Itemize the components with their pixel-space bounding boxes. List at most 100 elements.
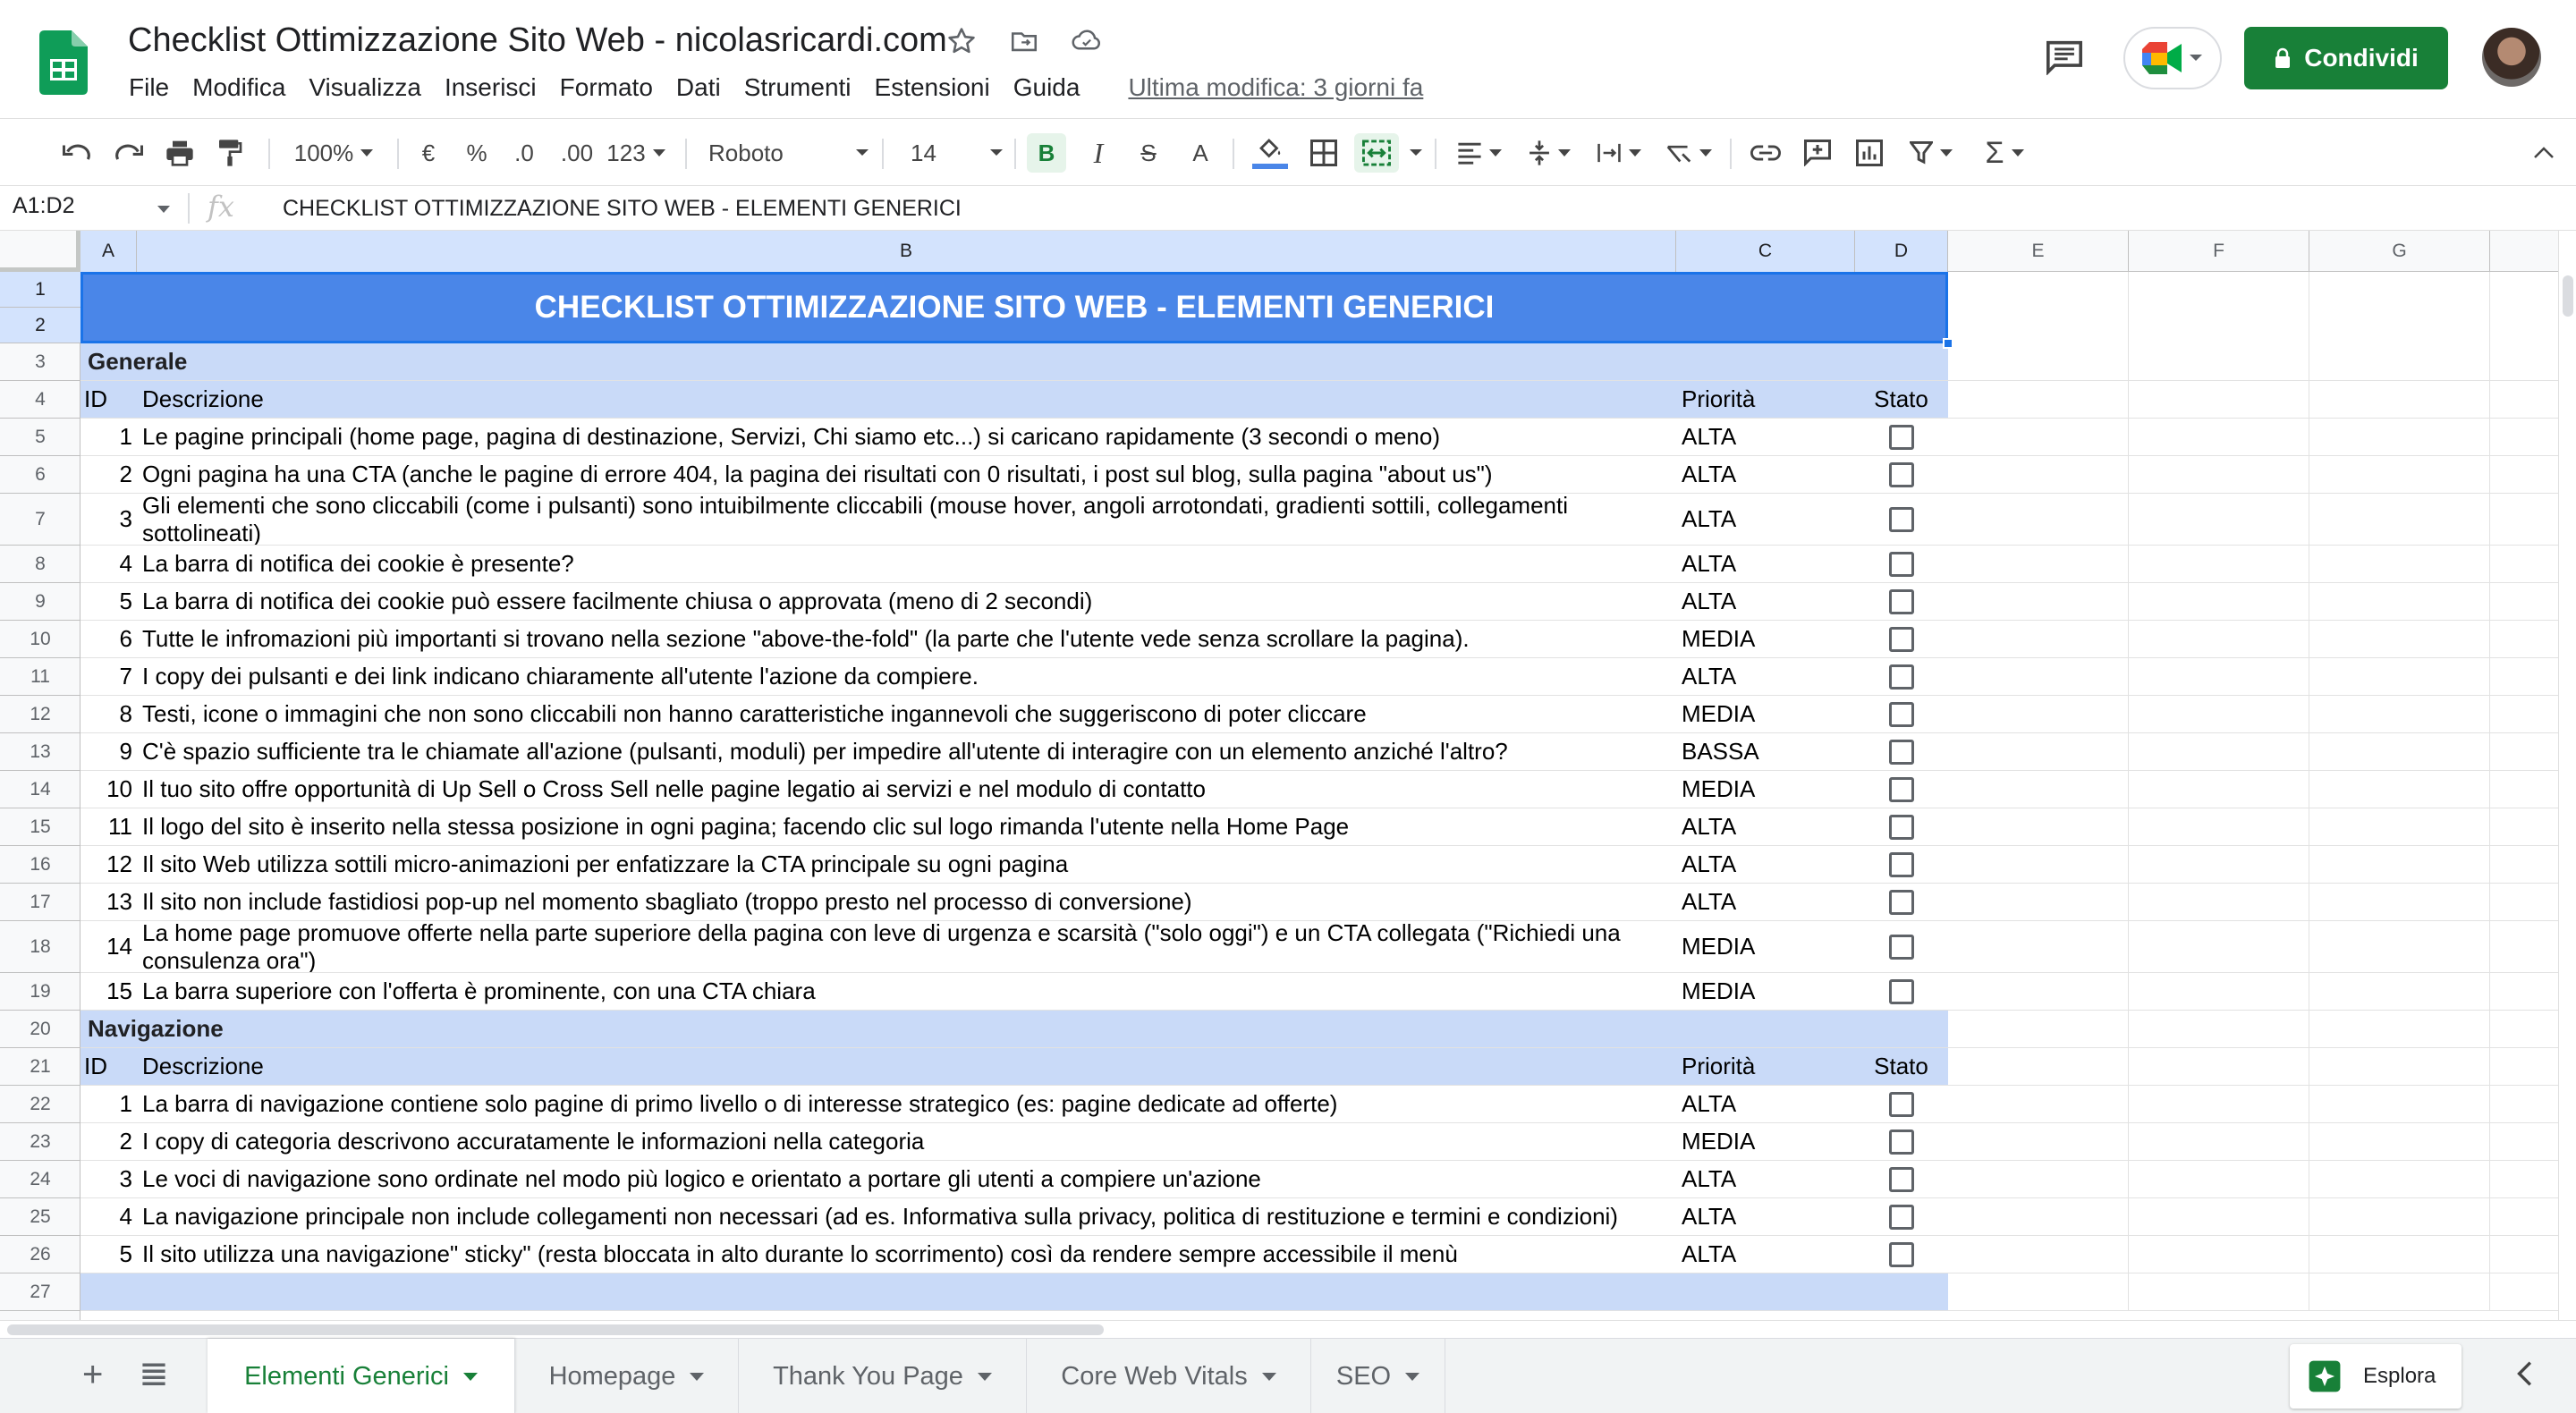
empty-cells[interactable] (1948, 1011, 2558, 1047)
item-priority[interactable]: ALTA (1676, 456, 1855, 493)
header-description[interactable]: Descrizione (137, 381, 1666, 418)
paint-format-icon[interactable] (211, 133, 249, 173)
item-priority[interactable]: MEDIA (1676, 771, 1855, 808)
vertical-align-icon[interactable] (1521, 133, 1578, 173)
row-header[interactable]: 12 (0, 696, 80, 733)
status-checkbox[interactable] (1888, 814, 1914, 840)
merge-cells-icon[interactable] (1354, 133, 1399, 173)
column-header-d[interactable]: D (1855, 231, 1948, 272)
status-checkbox[interactable] (1888, 1091, 1914, 1117)
menu-dati[interactable]: Dati (665, 70, 733, 106)
header-status[interactable]: Stato (1855, 1048, 1947, 1085)
item-priority[interactable]: ALTA (1676, 884, 1855, 920)
status-cell[interactable] (1855, 546, 1947, 582)
insert-link-icon[interactable] (1746, 133, 1785, 173)
item-priority[interactable]: ALTA (1676, 808, 1855, 845)
empty-cells[interactable] (1948, 1273, 2558, 1310)
item-id[interactable]: 3 (80, 1161, 137, 1197)
column-header-c[interactable]: C (1676, 231, 1855, 272)
row-header[interactable]: 19 (0, 973, 80, 1011)
item-priority[interactable]: ALTA (1676, 1086, 1855, 1122)
header-status[interactable]: Stato (1855, 381, 1947, 418)
horizontal-align-icon[interactable] (1451, 133, 1508, 173)
row-header[interactable]: 1 (0, 272, 80, 308)
selection-fill-handle[interactable] (1943, 338, 1953, 349)
last-edit-link[interactable]: Ultima modifica: 3 giorni fa (1116, 70, 1435, 106)
status-cell[interactable] (1855, 1123, 1947, 1160)
header-id[interactable]: ID (80, 1048, 137, 1085)
row-header[interactable]: 5 (0, 419, 80, 456)
vertical-scrollbar[interactable] (2558, 231, 2576, 1320)
row-header[interactable]: 16 (0, 846, 80, 884)
all-sheets-icon[interactable] (141, 1362, 166, 1385)
item-id[interactable]: 8 (80, 696, 137, 732)
menu-formato[interactable]: Formato (548, 70, 665, 106)
comments-icon[interactable] (2045, 39, 2084, 75)
font-size-select[interactable]: 14 (894, 133, 1004, 173)
item-description[interactable]: La barra di notifica dei cookie è presen… (137, 546, 1666, 582)
empty-cells[interactable] (1948, 494, 2558, 545)
column-header-e[interactable]: E (1948, 231, 2129, 272)
item-priority[interactable]: ALTA (1676, 846, 1855, 883)
item-description[interactable]: Le voci di navigazione sono ordinate nel… (137, 1161, 1666, 1197)
item-description[interactable]: Le pagine principali (home page, pagina … (137, 419, 1666, 455)
header-description[interactable]: Descrizione (137, 1048, 1666, 1085)
item-priority[interactable]: ALTA (1676, 419, 1855, 455)
status-cell[interactable] (1855, 1161, 1947, 1197)
row-header[interactable]: 26 (0, 1236, 80, 1273)
insert-chart-icon[interactable] (1850, 133, 1889, 173)
tab-homepage[interactable]: Homepage (515, 1339, 739, 1413)
empty-cells[interactable] (1948, 1198, 2558, 1235)
empty-cells[interactable] (1948, 973, 2558, 1010)
item-description[interactable]: Testi, icone o immagini che non sono cli… (137, 696, 1666, 732)
status-checkbox[interactable] (1888, 889, 1914, 915)
menu-estensioni[interactable]: Estensioni (863, 70, 1002, 106)
row-header[interactable]: 3 (0, 343, 80, 381)
status-checkbox[interactable] (1888, 551, 1914, 577)
horizontal-scroll-thumb[interactable] (7, 1324, 1104, 1335)
menu-modifica[interactable]: Modifica (181, 70, 297, 106)
status-checkbox[interactable] (1888, 588, 1914, 614)
empty-cells[interactable] (1948, 621, 2558, 657)
row-header[interactable]: 20 (0, 1011, 80, 1048)
status-checkbox[interactable] (1888, 1204, 1914, 1230)
item-description[interactable]: La barra superiore con l'offerta è promi… (137, 973, 1666, 1010)
item-id[interactable]: 12 (80, 846, 137, 883)
empty-cells[interactable] (1948, 921, 2558, 972)
column-header-f[interactable]: F (2129, 231, 2309, 272)
status-cell[interactable] (1855, 456, 1947, 493)
collapse-menus-icon[interactable] (2524, 133, 2563, 173)
row-header[interactable]: 22 (0, 1086, 80, 1123)
zoom-select[interactable]: 100% (284, 133, 383, 173)
spreadsheet-grid[interactable]: A B C D E F G 1 2 3 4 5 6 7 8 9 10 11 12 13 14 15 16 17 1… (0, 231, 2558, 1320)
item-priority[interactable]: MEDIA (1676, 973, 1855, 1010)
empty-cells[interactable] (1948, 1048, 2558, 1085)
status-checkbox[interactable] (1888, 626, 1914, 652)
status-checkbox[interactable] (1888, 851, 1914, 877)
item-id[interactable]: 5 (80, 1236, 137, 1273)
header-priority[interactable]: Priorità (1676, 1048, 1855, 1085)
item-description[interactable]: Il tuo sito offre opportunità di Up Sell… (137, 771, 1666, 808)
item-priority[interactable]: ALTA (1676, 494, 1855, 545)
item-id[interactable]: 10 (80, 771, 137, 808)
status-cell[interactable] (1855, 696, 1947, 732)
row-header[interactable]: 23 (0, 1123, 80, 1161)
select-all-corner[interactable] (0, 231, 80, 272)
row-header[interactable]: 21 (0, 1048, 80, 1086)
strikethrough-button[interactable]: S (1129, 133, 1168, 173)
empty-cells[interactable] (1948, 733, 2558, 770)
row-header[interactable]: 2 (0, 308, 80, 343)
item-id[interactable]: 4 (80, 1198, 137, 1235)
row-header[interactable]: 10 (0, 621, 80, 658)
item-priority[interactable]: MEDIA (1676, 696, 1855, 732)
menu-inserisci[interactable]: Inserisci (433, 70, 548, 106)
number-format-select[interactable]: 123 (605, 133, 667, 173)
row-header[interactable]: 25 (0, 1198, 80, 1236)
status-checkbox[interactable] (1888, 664, 1914, 690)
empty-cells[interactable] (1948, 1123, 2558, 1160)
row-header[interactable]: 8 (0, 546, 80, 583)
item-description[interactable]: Il sito utilizza una navigazione" sticky… (137, 1236, 1666, 1273)
empty-cells[interactable] (1948, 546, 2558, 582)
column-header-b[interactable]: B (137, 231, 1676, 272)
italic-button[interactable]: I (1079, 133, 1118, 173)
